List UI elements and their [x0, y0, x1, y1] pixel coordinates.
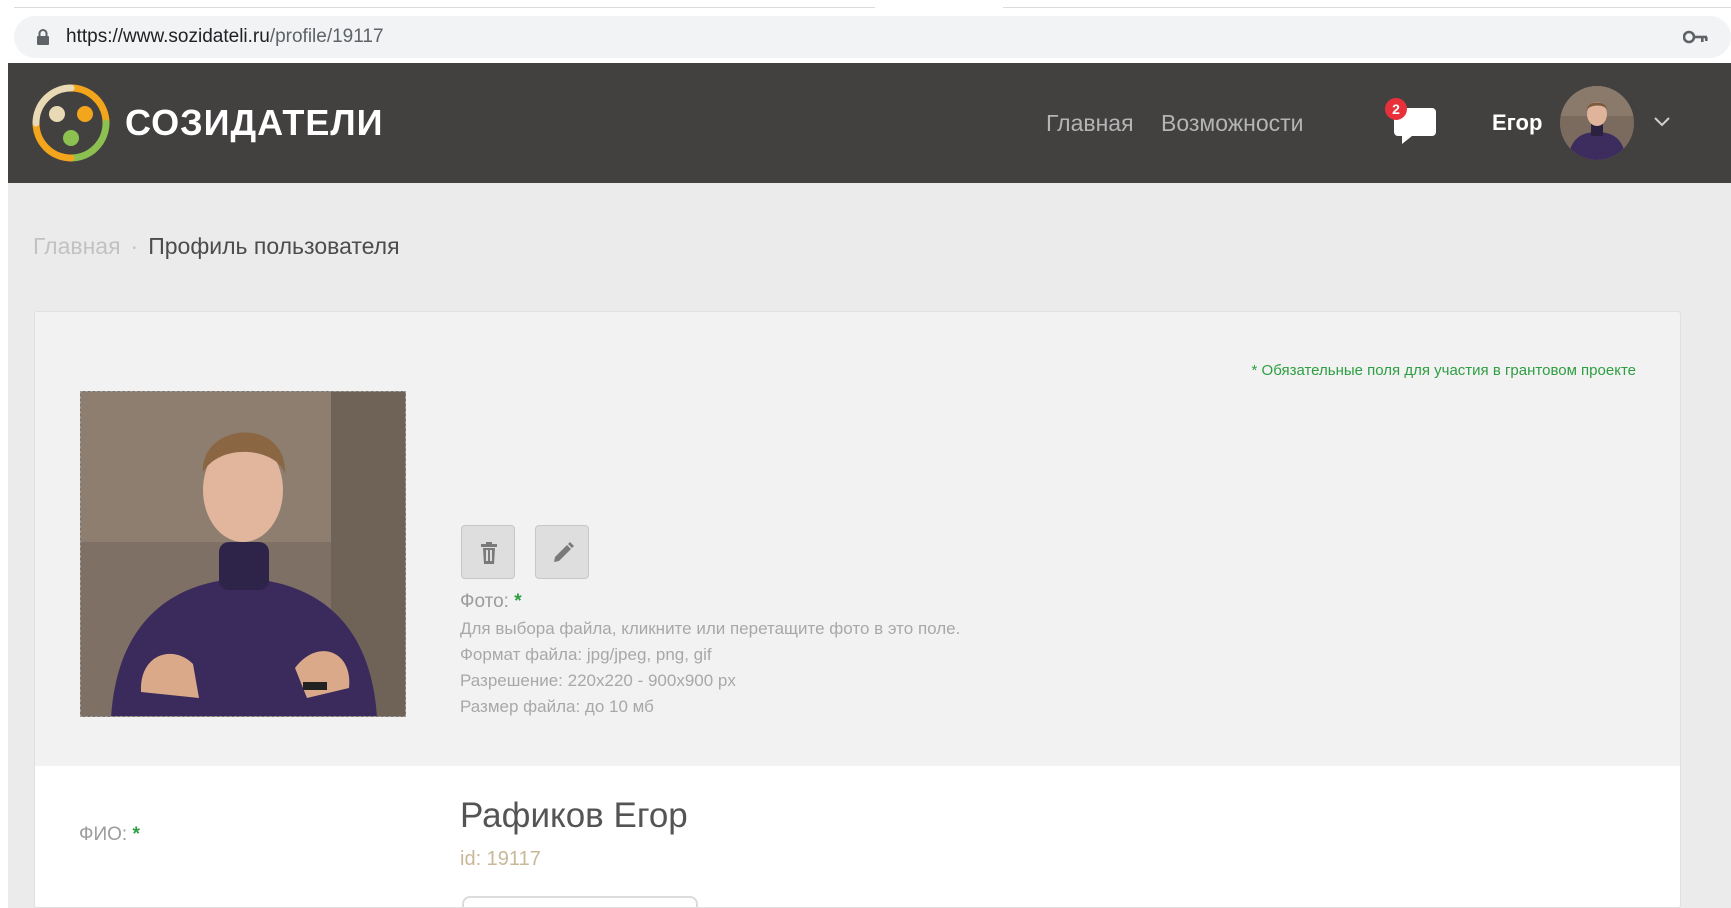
profile-card: * Обязательные поля для участия в гранто… [34, 311, 1681, 908]
edit-name-button[interactable] [462, 896, 698, 907]
edit-photo-button[interactable] [535, 525, 589, 579]
photo-hint-resolution: Разрешение: 220x220 - 900x900 px [460, 671, 736, 690]
breadcrumb-current: Профиль пользователя [148, 233, 400, 259]
address-url[interactable]: https://www.sozidateli.ru/profile/19117 [66, 16, 384, 58]
profile-photo [81, 392, 405, 716]
fio-label: ФИО: * [79, 822, 140, 848]
fio-required-star: * [132, 824, 140, 845]
photo-hint-select: Для выбора файла, кликните или перетащит… [460, 619, 961, 638]
nav-home-link[interactable]: Главная [1046, 107, 1134, 139]
photo-dropzone[interactable] [80, 391, 406, 717]
photo-label: Фото: * [460, 589, 522, 615]
logo-text[interactable]: СОЗИДАТЕЛИ [125, 100, 384, 146]
lock-icon[interactable] [36, 29, 50, 45]
trash-icon [481, 542, 497, 564]
browser-tab-strip [0, 0, 1731, 9]
breadcrumb-home-link[interactable]: Главная [33, 233, 121, 259]
required-star: * [514, 591, 522, 612]
user-name[interactable]: Егор [1492, 108, 1542, 138]
pencil-icon [554, 542, 574, 562]
url-path: /profile/19117 [269, 26, 384, 47]
fio-section: ФИО: * Рафиков Егор id: 19117 [35, 766, 1680, 907]
required-fields-note: * Обязательные поля для участия в гранто… [1251, 362, 1636, 379]
messages-badge[interactable]: 2 [1385, 98, 1407, 120]
url-host: https://www.sozidateli.ru [66, 26, 270, 47]
logo-icon[interactable] [32, 84, 110, 162]
avatar-image [1560, 86, 1634, 160]
photo-label-text: Фото: [460, 591, 509, 612]
nav-features-link[interactable]: Возможности [1161, 107, 1304, 139]
avatar[interactable] [1560, 86, 1634, 160]
breadcrumb: Главная · Профиль пользователя [33, 230, 400, 262]
fio-label-text: ФИО: [79, 824, 128, 845]
tab-strip-divider [14, 7, 1731, 8]
delete-photo-button[interactable] [461, 525, 515, 579]
full-name: Рафиков Егор [460, 796, 688, 835]
photo-hint-size: Размер файла: до 10 мб [460, 697, 654, 716]
chevron-down-icon[interactable] [1653, 116, 1671, 128]
photo-hint-format: Формат файла: jpg/jpeg, png, gif [460, 645, 712, 664]
breadcrumb-separator: · [130, 233, 139, 259]
site-header: СОЗИДАТЕЛИ Главная Возможности 2 Егор [8, 63, 1731, 183]
active-tab-gap [875, 5, 1003, 9]
key-icon[interactable] [1683, 30, 1709, 44]
address-bar[interactable]: https://www.sozidateli.ru/profile/19117 [14, 16, 1731, 58]
page-body: Главная · Профиль пользователя * Обязатель… [8, 183, 1731, 908]
user-id: id: 19117 [460, 848, 541, 870]
